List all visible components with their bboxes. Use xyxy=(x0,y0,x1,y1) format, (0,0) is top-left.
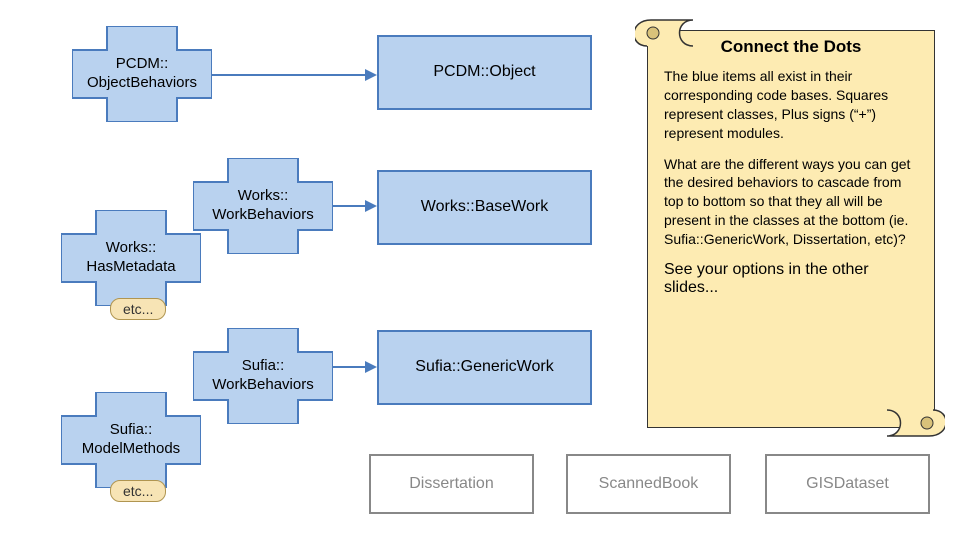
scroll-cta: See your options in the other slides... xyxy=(648,261,934,297)
scroll-curl-icon xyxy=(885,408,945,438)
class-label: PCDM::Object xyxy=(433,62,535,83)
module-works-hasmetadata: Works:: HasMetadata xyxy=(61,210,201,306)
module-label: Sufia:: ModelMethods xyxy=(61,392,201,488)
class-works-basework: Works::BaseWork xyxy=(377,170,592,245)
class-label: Works::BaseWork xyxy=(421,197,548,218)
class-gisdataset: GISDataset xyxy=(765,454,930,514)
arrow-icon xyxy=(212,65,377,85)
module-label: Works:: HasMetadata xyxy=(61,210,201,306)
diagram-canvas: PCDM:: ObjectBehaviors Works:: WorkBehav… xyxy=(0,0,960,540)
module-sufia-workbehaviors: Sufia:: WorkBehaviors xyxy=(193,328,333,424)
module-label: Sufia:: WorkBehaviors xyxy=(193,328,333,424)
class-dissertation: Dissertation xyxy=(369,454,534,514)
scroll-curl-icon xyxy=(635,18,695,48)
module-pcdm-objectbehaviors: PCDM:: ObjectBehaviors xyxy=(72,26,212,122)
arrow-icon xyxy=(333,357,377,377)
class-sufia-genericwork: Sufia::GenericWork xyxy=(377,330,592,405)
scroll-panel: Connect the Dots The blue items all exis… xyxy=(635,18,945,438)
class-label: ScannedBook xyxy=(599,474,699,495)
module-label: PCDM:: ObjectBehaviors xyxy=(72,26,212,122)
etc-badge: etc... xyxy=(110,298,166,320)
class-label: Dissertation xyxy=(409,474,493,495)
arrow-icon xyxy=(333,196,377,216)
class-label: Sufia::GenericWork xyxy=(415,357,553,378)
class-pcdm-object: PCDM::Object xyxy=(377,35,592,110)
module-label: Works:: WorkBehaviors xyxy=(193,158,333,254)
module-works-workbehaviors: Works:: WorkBehaviors xyxy=(193,158,333,254)
scroll-text: The blue items all exist in their corres… xyxy=(648,67,934,249)
module-sufia-modelmethods: Sufia:: ModelMethods xyxy=(61,392,201,488)
class-label: GISDataset xyxy=(806,474,889,495)
etc-badge: etc... xyxy=(110,480,166,502)
class-scannedbook: ScannedBook xyxy=(566,454,731,514)
